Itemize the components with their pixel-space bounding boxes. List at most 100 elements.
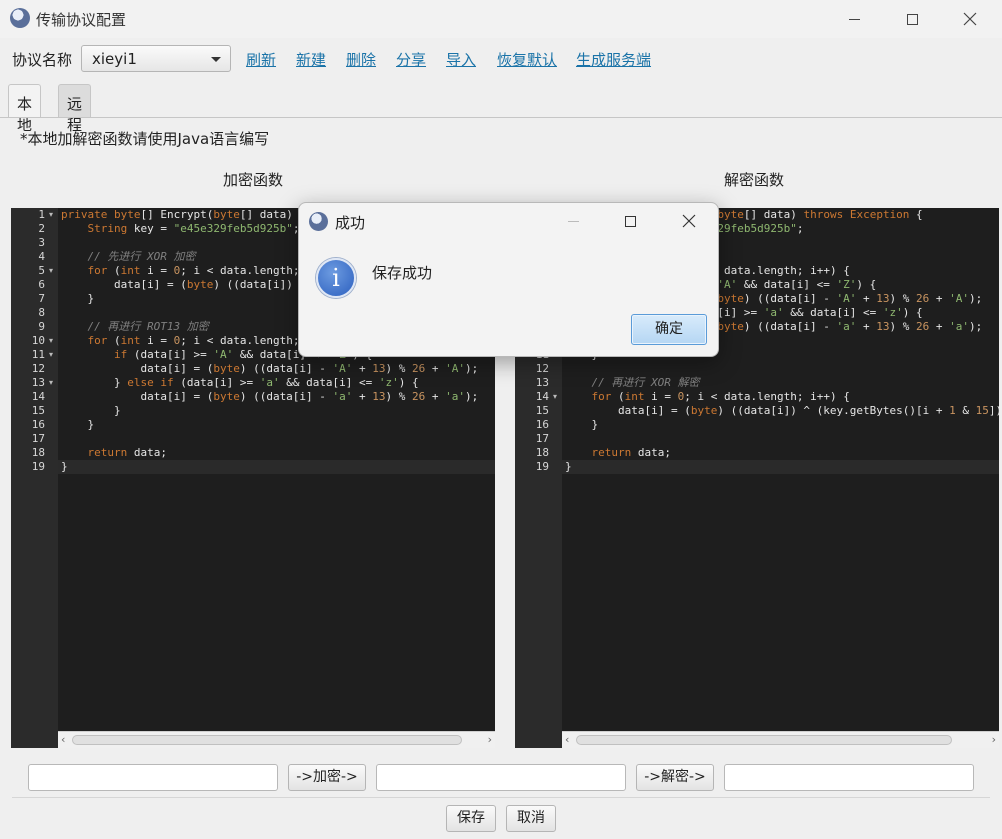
code-line: return data; bbox=[87, 446, 168, 459]
new-link[interactable]: 新建 bbox=[296, 49, 326, 70]
code-line: } bbox=[565, 460, 572, 473]
horizontal-scrollbar[interactable]: ‹ › bbox=[562, 731, 999, 748]
code-line: data[i] = (byte) ((data[i] - 'a' + 13) %… bbox=[61, 390, 479, 403]
line-number: 4 bbox=[38, 250, 45, 263]
line-number: 16 bbox=[535, 418, 549, 431]
info-icon: i bbox=[316, 258, 356, 298]
line-number: 13 bbox=[535, 376, 549, 389]
line-number: 12 bbox=[535, 362, 549, 375]
line-number: 18 bbox=[535, 446, 549, 459]
line-number: 17 bbox=[535, 432, 549, 445]
code-line: for (int i = 0; i < data.length; i++) { bbox=[591, 390, 850, 403]
footer-separator bbox=[12, 797, 990, 798]
code-line: } bbox=[61, 404, 121, 417]
scrollbar-thumb[interactable] bbox=[576, 735, 952, 745]
code-line: } else if (data[i] >= 'a' && data[i] <= … bbox=[61, 376, 419, 389]
encrypt-title: 加密函数 bbox=[223, 171, 284, 189]
code-line: String key = "e45e329feb5d925b"; bbox=[87, 222, 300, 235]
line-number: 8 bbox=[38, 306, 45, 319]
tab-remote[interactable]: 远程 bbox=[58, 84, 92, 134]
dialog-logo-icon bbox=[309, 212, 328, 231]
fold-toggle-icon[interactable]: ▾ bbox=[49, 208, 53, 222]
line-number: 14 bbox=[535, 390, 549, 403]
line-number: 14 bbox=[31, 390, 45, 403]
line-number: 9 bbox=[38, 320, 45, 333]
minimize-button[interactable] bbox=[826, 0, 882, 38]
code-line: data[i] = (byte) ((data[i]) ^ (key.getBy… bbox=[565, 404, 999, 417]
decrypt-button[interactable]: ->解密-> bbox=[636, 764, 714, 791]
horizontal-scrollbar[interactable]: ‹ › bbox=[58, 731, 495, 748]
line-number: 12 bbox=[31, 362, 45, 375]
decrypted-output[interactable] bbox=[724, 764, 974, 791]
ciphertext-input[interactable] bbox=[376, 764, 626, 791]
line-number: 19 bbox=[31, 460, 45, 473]
protocol-select-value: xieyi1 bbox=[92, 50, 137, 68]
scrollbar-thumb[interactable] bbox=[72, 735, 462, 745]
line-number: 7 bbox=[38, 292, 45, 305]
line-number: 13 bbox=[31, 376, 45, 389]
app-logo-icon bbox=[10, 8, 30, 28]
protocol-select[interactable]: xieyi1 bbox=[81, 45, 231, 72]
protocol-name-label: 协议名称 bbox=[12, 51, 73, 69]
current-line-highlight bbox=[58, 460, 495, 474]
save-button[interactable]: 保存 bbox=[446, 805, 496, 832]
scroll-left-icon[interactable]: ‹ bbox=[61, 732, 65, 748]
line-number: 2 bbox=[38, 222, 45, 235]
plaintext-input[interactable] bbox=[28, 764, 278, 791]
ok-button[interactable]: 确定 bbox=[631, 314, 707, 345]
title-bar: 传输协议配置 bbox=[0, 0, 1002, 38]
line-number: 15 bbox=[31, 404, 45, 417]
code-line: // 再进行 XOR 解密 bbox=[591, 376, 700, 389]
fold-toggle-icon[interactable]: ▾ bbox=[49, 334, 53, 348]
code-line: } bbox=[565, 418, 599, 431]
restore-default-link[interactable]: 恢复默认 bbox=[497, 49, 557, 70]
tab-local[interactable]: 本地 bbox=[8, 84, 42, 134]
refresh-link[interactable]: 刷新 bbox=[246, 49, 276, 70]
minimize-icon bbox=[567, 220, 579, 222]
java-note: *本地加解密函数请使用Java语言编写 bbox=[20, 130, 270, 148]
code-line: data[i] = (byte) ((data[i] - 'A' + 13) %… bbox=[61, 362, 479, 375]
cancel-button[interactable]: 取消 bbox=[506, 805, 556, 832]
share-link[interactable]: 分享 bbox=[396, 49, 426, 70]
maximize-icon bbox=[906, 13, 918, 25]
success-dialog: 成功 i 保存成功 确定 bbox=[298, 202, 719, 357]
code-line: private byte[] Encrypt(byte[] data) bbox=[61, 208, 293, 221]
fold-toggle-icon[interactable]: ▾ bbox=[49, 348, 53, 362]
line-number: 16 bbox=[31, 418, 45, 431]
import-link[interactable]: 导入 bbox=[446, 49, 476, 70]
delete-link[interactable]: 删除 bbox=[346, 49, 376, 70]
code-line: } bbox=[61, 418, 95, 431]
scroll-right-icon[interactable]: › bbox=[992, 732, 996, 748]
scroll-left-icon[interactable]: ‹ bbox=[565, 732, 569, 748]
close-button[interactable] bbox=[942, 0, 998, 38]
line-number: 15 bbox=[535, 404, 549, 417]
scroll-right-icon[interactable]: › bbox=[488, 732, 492, 748]
code-line: // 先进行 XOR 加密 bbox=[87, 250, 196, 263]
line-number: 18 bbox=[31, 446, 45, 459]
dialog-close-button[interactable] bbox=[661, 203, 717, 239]
code-line: data[i] = (byte) ((data[i]) bbox=[61, 278, 293, 291]
code-line: for (int i = 0; i < data.length; bbox=[87, 264, 300, 277]
line-number: 17 bbox=[31, 432, 45, 445]
fold-toggle-icon[interactable]: ▾ bbox=[49, 264, 53, 278]
line-number: 3 bbox=[38, 236, 45, 249]
maximize-button[interactable] bbox=[884, 0, 940, 38]
line-number: 5 bbox=[38, 264, 45, 277]
generate-server-link[interactable]: 生成服务端 bbox=[576, 49, 651, 70]
line-number: 10 bbox=[31, 334, 45, 347]
dialog-minimize-button bbox=[545, 203, 601, 239]
tab-divider bbox=[0, 117, 1002, 118]
dialog-maximize-button[interactable] bbox=[602, 203, 658, 239]
decrypt-title: 解密函数 bbox=[724, 171, 785, 189]
window-title: 传输协议配置 bbox=[36, 11, 127, 29]
code-line: // 再进行 ROT13 加密 bbox=[87, 320, 209, 333]
fold-toggle-icon[interactable]: ▾ bbox=[49, 376, 53, 390]
code-line: } bbox=[61, 460, 68, 473]
maximize-icon bbox=[624, 215, 636, 227]
fold-toggle-icon[interactable]: ▾ bbox=[553, 390, 557, 404]
current-line-highlight bbox=[562, 460, 999, 474]
encrypt-button[interactable]: ->加密-> bbox=[288, 764, 366, 791]
close-icon bbox=[963, 12, 977, 26]
dialog-title: 成功 bbox=[335, 214, 366, 232]
line-number: 6 bbox=[38, 278, 45, 291]
